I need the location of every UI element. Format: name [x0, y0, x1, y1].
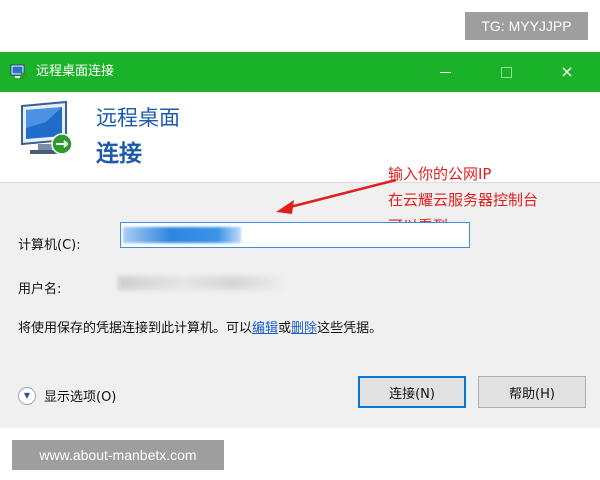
banner-title-line1: 远程桌面 [96, 106, 180, 130]
minimize-icon [439, 71, 451, 73]
edit-credentials-link[interactable]: 编辑 [252, 321, 278, 336]
minimize-button[interactable] [422, 52, 468, 92]
username-label: 用户名: [18, 282, 62, 297]
connect-button[interactable]: 连接(N) [358, 376, 466, 408]
remote-desktop-icon [10, 64, 27, 80]
watermark-bottom: www.about-manbetx.com [12, 440, 224, 470]
computer-input[interactable] [120, 222, 470, 248]
annotation-line: 在云耀云服务器控制台 [388, 191, 539, 209]
close-icon: × [560, 62, 574, 81]
rdp-window: 远程桌面连接 × 远程桌面 连接 输入你的公网IP 在云耀云服务器控制台 可以看… [0, 52, 600, 428]
computer-label: 计算机(C): [18, 238, 81, 253]
show-options-toggle[interactable]: ▼ 显示选项(O) [18, 386, 116, 405]
redacted-username-value [118, 276, 282, 290]
watermark-top: TG: MYYJJPP [465, 12, 588, 40]
redacted-ip-value [123, 227, 241, 243]
annotation-line: 输入你的公网IP [388, 165, 492, 183]
close-button[interactable]: × [544, 52, 590, 92]
title-bar: 远程桌面连接 × [0, 52, 600, 92]
maximize-icon [500, 66, 512, 78]
remote-desktop-monitor-icon [21, 100, 73, 155]
banner-title-line2: 连接 [96, 141, 142, 167]
delete-credentials-link[interactable]: 删除 [291, 321, 317, 336]
help-button[interactable]: 帮助(H) [478, 376, 586, 408]
credentials-info: 将使用保存的凭据连接到此计算机。可以编辑或删除这些凭据。 [18, 317, 382, 336]
maximize-button[interactable] [483, 52, 529, 92]
credentials-info-or: 或 [278, 321, 292, 336]
header-banner: 远程桌面 连接 [0, 92, 600, 183]
show-options-label: 显示选项(O) [44, 390, 117, 405]
chevron-down-icon: ▼ [18, 386, 36, 405]
window-title: 远程桌面连接 [36, 64, 115, 79]
credentials-info-suffix: 这些凭据。 [317, 321, 383, 336]
credentials-info-prefix: 将使用保存的凭据连接到此计算机。可以 [18, 321, 253, 336]
